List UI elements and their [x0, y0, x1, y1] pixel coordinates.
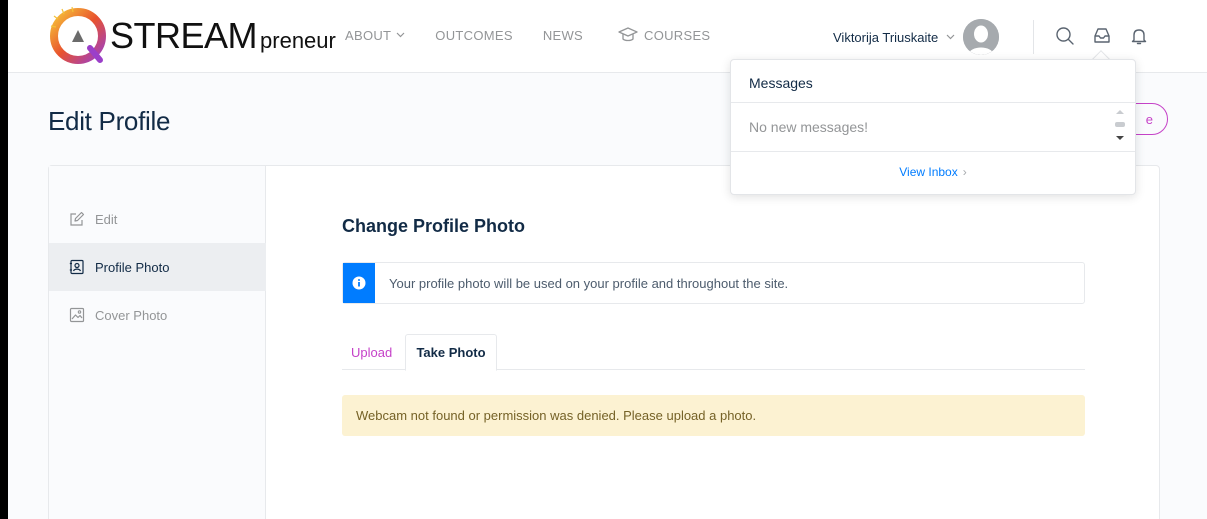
profile-sidebar: Edit Profile Photo Cover Photo — [49, 166, 266, 519]
contact-card-icon — [69, 259, 84, 275]
page-title: Edit Profile — [48, 106, 171, 136]
photo-source-tabs: Upload Take Photo — [342, 334, 1085, 371]
logo-mark-icon — [50, 6, 106, 64]
view-inbox-link[interactable]: View Inbox › — [731, 165, 1135, 179]
header-divider — [1033, 20, 1034, 54]
messages-dropdown: Messages No new messages! View Inbox › — [730, 59, 1136, 195]
warning-text: Webcam not found or permission was denie… — [356, 408, 757, 423]
graduation-cap-icon — [618, 27, 638, 42]
info-icon — [352, 276, 366, 290]
info-icon-box — [343, 263, 375, 303]
default-avatar-icon — [963, 19, 1000, 55]
bell-icon[interactable] — [1129, 26, 1149, 46]
info-text: Your profile photo will be used on your … — [389, 275, 789, 291]
nav-item-news[interactable]: NEWS — [543, 28, 583, 43]
browser-viewport: STREAM preneur ABOUT OUTCOMES NEWS COURS… — [8, 0, 1207, 519]
sidebar-item-label: Profile Photo — [95, 259, 170, 275]
site-logo[interactable]: STREAM preneur — [48, 6, 338, 66]
section-title: Change Profile Photo — [342, 216, 526, 236]
no-messages-text: No new messages! — [749, 119, 869, 135]
nav-label: COURSES — [644, 27, 711, 43]
nav-item-outcomes[interactable]: OUTCOMES — [435, 28, 513, 43]
info-notice: Your profile photo will be used on your … — [342, 262, 1085, 304]
profile-edit-card: Edit Profile Photo Cover Photo Change Pr… — [48, 165, 1160, 519]
dropdown-divider — [731, 151, 1135, 152]
nav-item-courses[interactable]: COURSES — [613, 27, 710, 43]
view-inbox-label: View Inbox — [899, 165, 958, 179]
sidebar-item-label: Edit — [95, 211, 118, 227]
tab-upload[interactable]: Upload — [351, 334, 392, 371]
image-icon — [69, 307, 85, 323]
logo-wordmark-suffix: preneur — [260, 28, 336, 53]
main-nav: ABOUT OUTCOMES NEWS COURSES — [345, 27, 740, 43]
sidebar-item-label: Cover Photo — [95, 307, 168, 323]
view-profile-button-label: e — [1145, 111, 1153, 127]
edit-icon — [70, 211, 85, 226]
inbox-icon[interactable] — [1092, 26, 1112, 46]
chevron-down-icon — [396, 32, 405, 38]
profile-photo-panel: Change Profile Photo Your profile photo … — [266, 166, 1159, 519]
dropdown-scrollbar[interactable] — [1113, 106, 1127, 146]
user-menu[interactable]: Viktorija Triuskaite — [833, 19, 1000, 55]
nav-label: ABOUT — [345, 27, 392, 43]
sidebar-item-cover-photo[interactable]: Cover Photo — [49, 291, 266, 339]
webcam-warning: Webcam not found or permission was denie… — [342, 395, 1085, 436]
nav-label: OUTCOMES — [435, 27, 513, 43]
avatar[interactable] — [963, 19, 1000, 55]
sidebar-item-edit[interactable]: Edit — [49, 195, 266, 243]
nav-item-about[interactable]: ABOUT — [345, 28, 405, 43]
search-icon[interactable] — [1055, 26, 1075, 46]
nav-label: NEWS — [542, 27, 584, 43]
chevron-right-icon: › — [962, 165, 967, 179]
tab-take-photo[interactable]: Take Photo — [405, 334, 497, 371]
user-name: Viktorija Triuskaite — [833, 29, 939, 45]
logo-wordmark: STREAM — [110, 15, 258, 56]
dropdown-divider — [731, 102, 1135, 103]
sidebar-item-profile-photo[interactable]: Profile Photo — [49, 243, 266, 291]
chevron-down-icon — [946, 34, 955, 40]
dropdown-title: Messages — [749, 75, 813, 91]
